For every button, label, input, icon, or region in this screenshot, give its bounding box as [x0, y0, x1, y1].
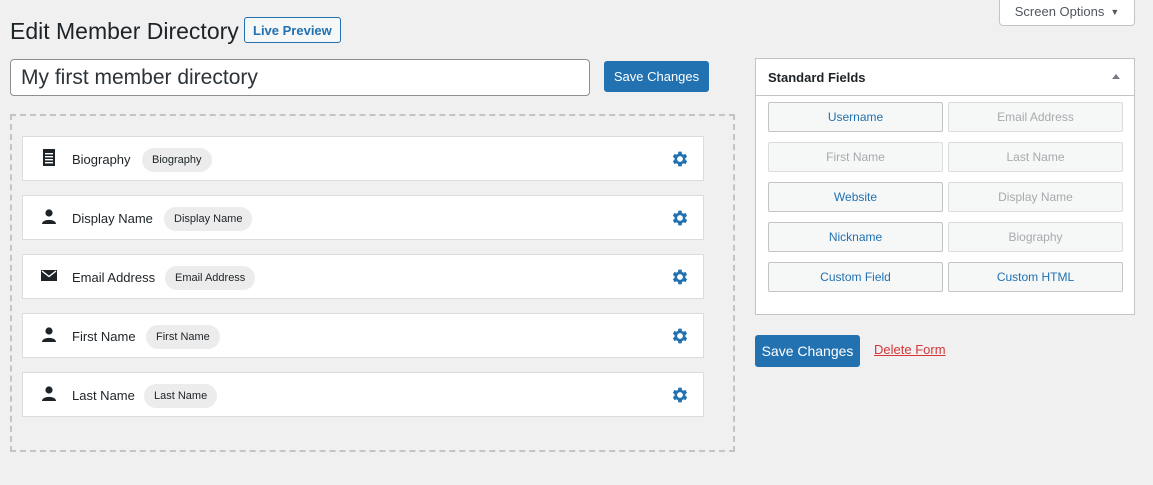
user-icon: [42, 327, 56, 342]
user-icon: [42, 386, 56, 401]
field-tag: Last Name: [144, 384, 218, 408]
std-field-biography: Biography: [948, 222, 1123, 252]
live-preview-button[interactable]: Live Preview: [244, 17, 341, 43]
field-row-email-address[interactable]: Email Address Email Address: [22, 254, 704, 299]
envelope-icon: [41, 270, 57, 281]
screen-options-button[interactable]: Screen Options ▼: [999, 0, 1135, 26]
standard-fields-title: Standard Fields: [768, 70, 866, 85]
std-field-website[interactable]: Website: [768, 182, 943, 212]
document-icon: [43, 149, 55, 166]
std-field-username[interactable]: Username: [768, 102, 943, 132]
field-label: Display Name: [72, 211, 153, 226]
field-row-first-name[interactable]: First Name First Name: [22, 313, 704, 358]
gear-icon[interactable]: [670, 208, 690, 228]
std-field-nickname[interactable]: Nickname: [768, 222, 943, 252]
gear-icon[interactable]: [670, 149, 690, 169]
directory-title-input[interactable]: [10, 59, 590, 96]
save-changes-button[interactable]: Save Changes: [604, 61, 709, 92]
user-icon: [42, 209, 56, 224]
field-tag: First Name: [146, 325, 220, 349]
std-field-last-name: Last Name: [948, 142, 1123, 172]
field-tag: Email Address: [165, 266, 256, 290]
gear-icon[interactable]: [670, 267, 690, 287]
collapse-triangle-icon[interactable]: [1110, 71, 1122, 81]
field-tag: Biography: [142, 148, 212, 172]
std-field-display-name: Display Name: [948, 182, 1123, 212]
delete-form-link[interactable]: Delete Form: [874, 341, 946, 359]
caret-down-icon: ▼: [1110, 7, 1120, 17]
field-label: Biography: [72, 152, 131, 167]
field-row-last-name[interactable]: Last Name Last Name: [22, 372, 704, 417]
std-field-first-name: First Name: [768, 142, 943, 172]
field-tag: Display Name: [164, 207, 253, 231]
field-row-display-name[interactable]: Display Name Display Name: [22, 195, 704, 240]
standard-fields-header[interactable]: Standard Fields: [756, 59, 1134, 96]
std-field-custom-html[interactable]: Custom HTML: [948, 262, 1123, 292]
std-field-email-address: Email Address: [948, 102, 1123, 132]
field-label: Last Name: [72, 388, 135, 403]
field-label: Email Address: [72, 270, 156, 285]
page-title: Edit Member Directory: [10, 18, 239, 44]
field-row-biography[interactable]: Biography Biography: [22, 136, 704, 181]
field-label: First Name: [72, 329, 136, 344]
std-field-custom-field[interactable]: Custom Field: [768, 262, 943, 292]
sidebar-save-changes-button[interactable]: Save Changes: [755, 335, 860, 367]
screen-options-label: Screen Options: [1014, 4, 1105, 19]
standard-fields-panel: Standard Fields Username Email Address F…: [755, 58, 1135, 315]
gear-icon[interactable]: [670, 385, 690, 405]
gear-icon[interactable]: [670, 326, 690, 346]
